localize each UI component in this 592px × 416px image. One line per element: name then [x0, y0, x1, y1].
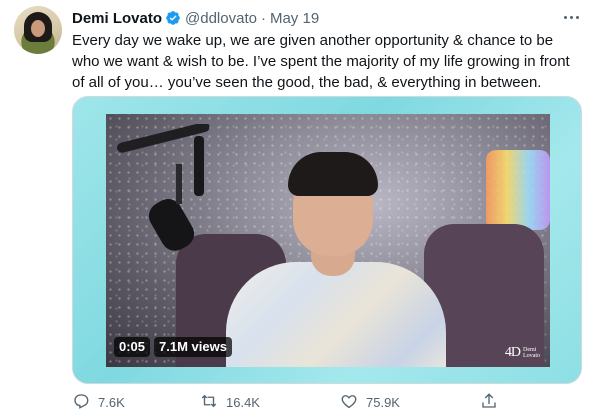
- more-options-icon[interactable]: [560, 8, 582, 26]
- separator-dot: ·: [260, 9, 266, 27]
- reply-button[interactable]: 7.6K: [72, 392, 125, 413]
- video-player[interactable]: 0:05 7.1M views 4D Demi Lovato: [72, 96, 582, 384]
- author-name[interactable]: Demi Lovato: [72, 10, 162, 27]
- person-hair: [288, 152, 378, 196]
- heart-icon: [340, 392, 358, 413]
- microphone-arm: [117, 124, 210, 251]
- tweet-header: Demi Lovato @ddlovato · May 19: [72, 8, 319, 28]
- iridescent-lamp: [486, 150, 550, 230]
- video-duration: 0:05: [114, 337, 151, 357]
- watermark-text-line2: Lovato: [523, 353, 540, 359]
- tweet-card[interactable]: Demi Lovato @ddlovato · May 19 Every day…: [0, 0, 592, 416]
- like-button[interactable]: 75.9K: [340, 392, 400, 413]
- avatar[interactable]: [14, 6, 62, 54]
- verified-badge-icon: [165, 10, 181, 26]
- retweet-count: 16.4K: [226, 394, 260, 410]
- video-views: 7.1M views: [154, 337, 232, 357]
- share-button[interactable]: [480, 392, 498, 413]
- watermark-text: Demi Lovato: [523, 347, 540, 359]
- like-count: 75.9K: [366, 394, 400, 410]
- retweet-icon: [200, 392, 218, 413]
- watermark: 4D Demi Lovato: [505, 345, 540, 361]
- video-badges: 0:05 7.1M views: [114, 337, 232, 357]
- tweet-date[interactable]: May 19: [270, 10, 319, 27]
- watermark-logo: 4D: [504, 345, 521, 360]
- retweet-button[interactable]: 16.4K: [200, 392, 260, 413]
- reply-icon: [72, 392, 90, 413]
- tweet-text: Every day we wake up, we are given anoth…: [72, 32, 570, 91]
- tweet-actions: 7.6K 16.4K 75.9K: [72, 392, 502, 412]
- share-icon: [480, 392, 498, 413]
- avatar-face: [31, 20, 45, 37]
- video-frame[interactable]: 0:05 7.1M views 4D Demi Lovato: [106, 114, 550, 367]
- reply-count: 7.6K: [98, 394, 125, 410]
- author-handle[interactable]: @ddlovato: [185, 10, 257, 27]
- person-shirt: [226, 262, 446, 367]
